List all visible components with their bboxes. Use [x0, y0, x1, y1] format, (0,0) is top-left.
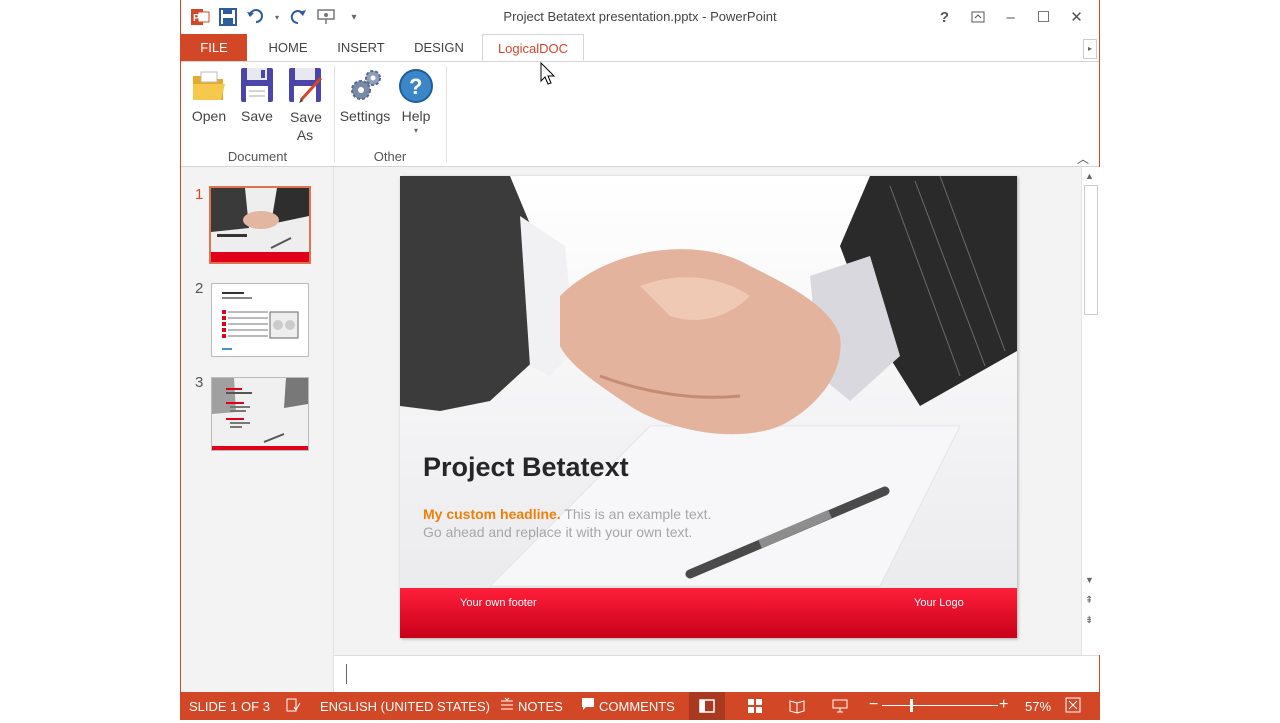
slide-show-icon[interactable] [832, 698, 848, 717]
save-label: Save [241, 108, 273, 124]
save-as-icon [287, 66, 323, 106]
save-as-button[interactable]: Save As [284, 66, 326, 144]
gears-icon [347, 66, 383, 106]
notes-button[interactable]: NOTES [518, 699, 563, 714]
comment-icon[interactable] [581, 697, 595, 714]
vertical-scrollbar[interactable]: ▲ ▼ ⇞ ⇟ [1081, 167, 1100, 655]
group-label-other: Other [373, 149, 407, 164]
slide-sorter-icon[interactable] [747, 698, 763, 717]
slide-body[interactable]: My custom headline. This is an example t… [423, 505, 823, 541]
help-icon[interactable]: ? [928, 4, 961, 30]
settings-button[interactable]: Settings [339, 66, 391, 124]
collapse-ribbon-icon[interactable]: ︿ [1077, 150, 1089, 167]
help-label: Help [401, 108, 431, 124]
powerpoint-window: P ▾ ▾ Project Betatext presentation.pptx… [180, 0, 1100, 720]
zoom-slider-thumb[interactable] [910, 699, 913, 712]
slide-thumbnails-pane: 1 2 3 [181, 167, 334, 692]
slide-body-line-1: This is an example text. [564, 506, 712, 522]
folder-icon [191, 66, 227, 106]
thumbnail-number: 2 [195, 280, 204, 297]
group-separator [334, 66, 335, 162]
slide-headline: My custom headline. [423, 506, 561, 522]
slide-footer-left[interactable]: Your own footer [460, 597, 537, 609]
maximize-button[interactable]: ☐ [1027, 4, 1060, 30]
next-slide-icon[interactable]: ⇟ [1085, 615, 1093, 626]
previous-slide-icon[interactable]: ⇞ [1085, 595, 1093, 606]
chevron-down-icon: ▾ [413, 126, 418, 135]
tab-insert[interactable]: INSERT [327, 34, 395, 61]
comments-button[interactable]: COMMENTS [599, 699, 675, 714]
zoom-level[interactable]: 57% [1025, 699, 1051, 714]
ribbon-tabs: FILE HOME INSERT DESIGN LogicalDOC ▸ [181, 34, 1099, 62]
notes-icon[interactable] [500, 697, 514, 716]
slide-footer-right[interactable]: Your Logo [914, 597, 964, 609]
tab-file[interactable]: FILE [181, 34, 247, 61]
mouse-cursor-icon [540, 61, 556, 91]
tab-home[interactable]: HOME [253, 34, 323, 61]
tab-scroll-right-icon[interactable]: ▸ [1083, 39, 1097, 59]
slide-count[interactable]: SLIDE 1 OF 3 [189, 699, 270, 714]
settings-label: Settings [339, 108, 391, 124]
zoom-slider[interactable] [882, 705, 998, 706]
open-button[interactable]: Open [189, 66, 229, 124]
title-bar: P ▾ ▾ Project Betatext presentation.pptx… [181, 0, 1099, 34]
close-button[interactable]: ✕ [1060, 4, 1093, 30]
thumbnail-number: 3 [195, 374, 204, 391]
scroll-thumb[interactable] [1084, 185, 1098, 315]
thumbnail-number: 1 [195, 186, 204, 203]
floppy-disk-icon [239, 66, 275, 106]
group-label-document: Document [227, 149, 288, 164]
handshake-photo [400, 176, 1017, 638]
zoom-in-icon[interactable]: + [999, 696, 1008, 714]
slide-title[interactable]: Project Betatext [423, 452, 629, 483]
spelling-check-icon[interactable] [285, 697, 301, 716]
slide-thumbnail-3[interactable] [211, 377, 309, 451]
normal-view-button[interactable] [689, 692, 725, 720]
slide-thumbnail-2[interactable] [211, 283, 309, 357]
slide-body-line-2: Go ahead and replace it with your own te… [423, 524, 693, 540]
window-controls: ? – ☐ ✕ [928, 4, 1093, 30]
ribbon-display-options-icon[interactable] [961, 4, 994, 30]
open-label: Open [191, 108, 227, 124]
fit-slide-icon[interactable] [1065, 697, 1081, 716]
current-slide[interactable]: Project Betatext My custom headline. Thi… [400, 176, 1017, 638]
save-button[interactable]: Save [237, 66, 277, 124]
tab-design[interactable]: DESIGN [403, 34, 475, 61]
save-as-label: Save As [290, 109, 322, 143]
language-indicator[interactable]: ENGLISH (UNITED STATES) [320, 699, 490, 714]
scroll-up-icon[interactable]: ▲ [1085, 171, 1094, 181]
help-button[interactable]: ? Help ▾ [396, 66, 436, 135]
ribbon: Open Save Save As Document Settings ? He… [181, 62, 1099, 167]
slide-thumbnail-1[interactable] [209, 186, 311, 264]
group-separator [446, 66, 447, 162]
tab-logicaldoc[interactable]: LogicalDOC [482, 34, 584, 61]
zoom-out-icon[interactable]: − [869, 696, 878, 714]
reading-view-icon[interactable] [789, 698, 805, 717]
scroll-down-icon[interactable]: ▼ [1085, 575, 1094, 585]
svg-text:?: ? [409, 74, 422, 99]
minimize-button[interactable]: – [994, 4, 1027, 30]
status-bar: SLIDE 1 OF 3 ENGLISH (UNITED STATES) NOT… [181, 692, 1099, 720]
help-question-icon: ? [398, 66, 434, 106]
notes-area[interactable] [334, 655, 1099, 693]
text-cursor [346, 664, 347, 684]
